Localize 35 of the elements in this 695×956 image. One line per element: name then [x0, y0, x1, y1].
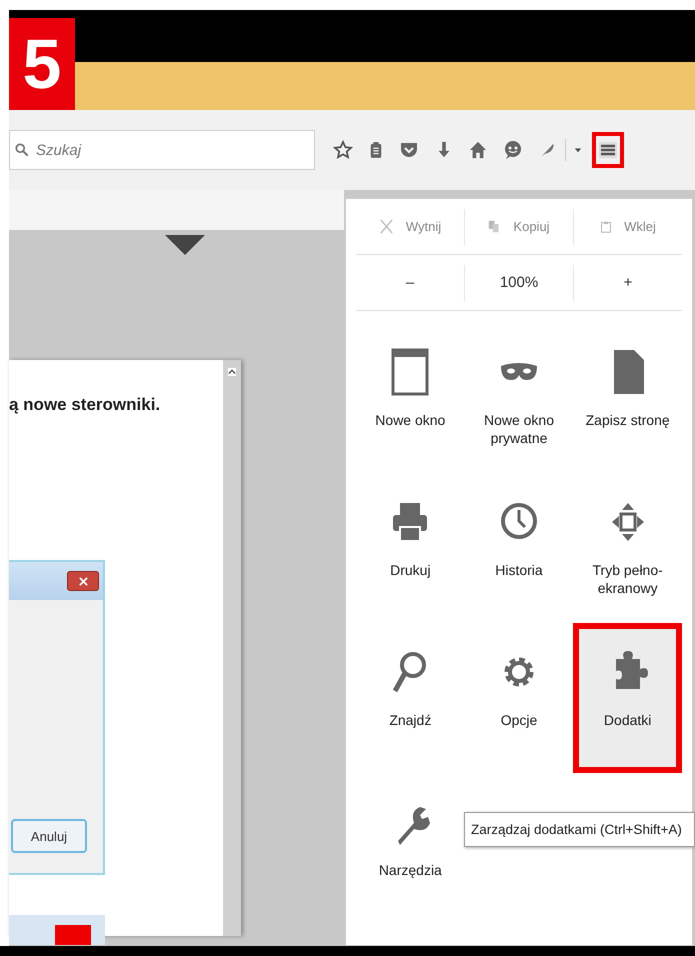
menu-item[interactable]: Zapisz stronę — [573, 323, 682, 473]
home-icon[interactable] — [469, 140, 487, 160]
menu-icon — [598, 140, 618, 160]
page-text: ą nowe sterowniki. — [9, 395, 162, 415]
tooltip: Zarządzaj dodatkami (Ctrl+Shift+A) — [464, 812, 695, 847]
menu-item[interactable]: Dodatki — [573, 623, 682, 773]
close-icon — [78, 576, 88, 586]
menu-item[interactable]: Opcje — [464, 623, 574, 773]
star-icon[interactable] — [333, 140, 353, 160]
menu-item[interactable]: Znajdź — [356, 623, 465, 773]
zoom-reset-button[interactable]: 100% — [464, 264, 573, 300]
search-field[interactable]: Szukaj — [9, 130, 315, 170]
menu-item[interactable]: Historia — [464, 473, 574, 623]
scroll-up-icon[interactable] — [228, 368, 236, 376]
step-number: 5 — [9, 18, 75, 110]
close-button[interactable] — [67, 571, 99, 591]
window-icon — [390, 347, 430, 397]
menu-item[interactable]: Nowe okno — [356, 323, 465, 473]
dropdown-arrow-icon[interactable] — [574, 146, 582, 154]
zoom-in-button[interactable]: + — [573, 264, 682, 300]
menu-item[interactable]: Nowe okno prywatne — [464, 323, 574, 473]
mask-icon — [498, 363, 539, 381]
menu-button[interactable] — [592, 132, 624, 168]
copy-icon — [488, 220, 502, 233]
menu-item[interactable]: Drukuj — [356, 473, 465, 623]
scissors-icon — [378, 219, 394, 234]
cancel-button[interactable]: Anuluj — [11, 819, 87, 853]
clipboard-icon — [600, 220, 612, 234]
clipboard-icon[interactable] — [369, 140, 383, 160]
zoom-out-button[interactable]: – — [356, 264, 464, 300]
menu-item[interactable]: Tryb pełno-ekranowy — [573, 473, 682, 623]
chat-icon[interactable] — [503, 140, 523, 160]
menu-item[interactable]: Narzędzia — [356, 773, 465, 923]
pocket-icon[interactable] — [399, 140, 419, 160]
triangle-icon — [165, 235, 205, 255]
